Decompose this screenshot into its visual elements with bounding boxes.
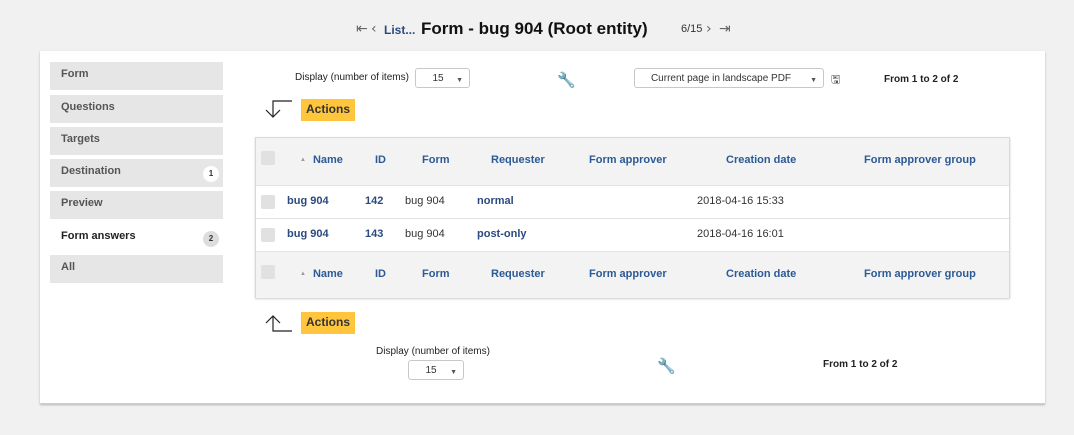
- sidebar-item-label: Form: [61, 68, 89, 80]
- sidebar-item-label: Questions: [61, 101, 115, 113]
- select-all-checkbox[interactable]: [261, 151, 275, 165]
- column-header-form-approver[interactable]: Form approver: [589, 268, 667, 280]
- sidebar-item-label: Form answers: [61, 230, 136, 242]
- row-name-link[interactable]: bug 904: [287, 228, 329, 240]
- sidebar-item-label: Preview: [61, 197, 103, 209]
- export-value: Current page in landscape PDF: [650, 73, 792, 84]
- sidebar-item-form[interactable]: Form: [50, 62, 223, 90]
- wrench-icon[interactable]: 🔧: [657, 357, 676, 375]
- row-checkbox[interactable]: [261, 195, 275, 209]
- header-navigation: ⇤ ‹ List... Form - bug 904 (Root entity)…: [0, 19, 1074, 43]
- table-header-row: ▲ Name ID Form Requester Form approver Cr…: [256, 138, 1009, 185]
- item-position: 6/15: [681, 23, 703, 35]
- save-icon[interactable]: 🖫: [831, 71, 840, 90]
- last-item-icon[interactable]: ⇥: [719, 21, 731, 37]
- display-count-label: Display (number of items): [295, 72, 409, 83]
- column-header-form-approver-group[interactable]: Form approver group: [864, 154, 976, 166]
- sort-up-icon: ▲: [300, 271, 306, 277]
- display-count-label: Display (number of items): [376, 346, 490, 357]
- row-creation-date: 2018-04-16 15:33: [697, 195, 784, 207]
- row-requester-link[interactable]: normal: [477, 195, 514, 207]
- display-count-select[interactable]: 15 ▼: [415, 68, 470, 88]
- column-header-requester[interactable]: Requester: [491, 268, 545, 280]
- answers-table: ▲ Name ID Form Requester Form approver Cr…: [255, 137, 1010, 298]
- column-header-form-approver[interactable]: Form approver: [589, 154, 667, 166]
- row-checkbox[interactable]: [261, 228, 275, 242]
- actions-button-top[interactable]: Actions: [301, 99, 355, 121]
- row-form: bug 904: [405, 195, 445, 207]
- previous-item-icon[interactable]: ‹: [371, 21, 377, 37]
- sidebar-item-label: Targets: [61, 133, 100, 145]
- main-panel: Form Questions Targets Destination 1 Pre…: [40, 51, 1045, 404]
- column-header-id[interactable]: ID: [375, 268, 386, 280]
- sidebar-item-targets[interactable]: Targets: [50, 127, 223, 155]
- column-header-creation-date[interactable]: Creation date: [726, 268, 796, 280]
- sidebar-item-questions[interactable]: Questions: [50, 95, 223, 123]
- sidebar-item-all[interactable]: All: [50, 255, 223, 283]
- table-row: bug 904 143 bug 904 post-only 2018-04-16…: [256, 218, 1009, 252]
- column-header-creation-date[interactable]: Creation date: [726, 154, 796, 166]
- pager-text-top: From 1 to 2 of 2: [884, 74, 959, 85]
- column-header-id[interactable]: ID: [375, 154, 386, 166]
- column-header-name[interactable]: ▲ Name: [300, 268, 343, 280]
- row-requester-link[interactable]: post-only: [477, 228, 527, 240]
- sort-up-icon: ▲: [300, 157, 306, 163]
- row-name-link[interactable]: bug 904: [287, 195, 329, 207]
- export-select[interactable]: Current page in landscape PDF ▼: [634, 68, 824, 88]
- count-badge: 1: [203, 166, 219, 182]
- chevron-down-icon: ▼: [810, 77, 817, 84]
- list-link[interactable]: List...: [384, 23, 415, 37]
- first-item-icon[interactable]: ⇤: [356, 21, 368, 37]
- row-creation-date: 2018-04-16 16:01: [697, 228, 784, 240]
- column-header-form-approver-group[interactable]: Form approver group: [864, 268, 976, 280]
- pager-text-bottom: From 1 to 2 of 2: [823, 359, 898, 370]
- sidebar-item-label: Destination: [61, 165, 121, 177]
- wrench-icon[interactable]: 🔧: [557, 71, 576, 89]
- column-header-name[interactable]: ▲ Name: [300, 154, 343, 166]
- count-badge: 2: [203, 231, 219, 247]
- row-form: bug 904: [405, 228, 445, 240]
- column-header-requester[interactable]: Requester: [491, 154, 545, 166]
- row-id-link[interactable]: 142: [365, 195, 383, 207]
- table-footer-row: ▲ Name ID Form Requester Form approver Cr…: [256, 251, 1009, 298]
- table-row: bug 904 142 bug 904 normal 2018-04-16 15…: [256, 185, 1009, 219]
- sidebar-item-label: All: [61, 261, 76, 273]
- chevron-down-icon: ▼: [456, 77, 463, 84]
- sidebar-item-preview[interactable]: Preview: [50, 191, 223, 219]
- arrow-down-left-icon: [265, 100, 292, 118]
- select-all-checkbox[interactable]: [261, 265, 275, 279]
- display-count-value: 15: [425, 365, 437, 376]
- display-count-select-bottom[interactable]: 15 ▼: [408, 360, 464, 380]
- sidebar-item-form-answers[interactable]: Form answers 2: [50, 224, 223, 252]
- column-header-form[interactable]: Form: [422, 154, 450, 166]
- page-title: Form - bug 904 (Root entity): [421, 19, 648, 38]
- row-id-link[interactable]: 143: [365, 228, 383, 240]
- chevron-down-icon: ▼: [450, 369, 457, 376]
- actions-button-bottom[interactable]: Actions: [301, 312, 355, 334]
- next-item-icon[interactable]: ›: [706, 21, 712, 37]
- arrow-up-left-icon: [265, 315, 292, 332]
- column-header-form[interactable]: Form: [422, 268, 450, 280]
- display-count-value: 15: [432, 73, 444, 84]
- sidebar-item-destination[interactable]: Destination 1: [50, 159, 223, 187]
